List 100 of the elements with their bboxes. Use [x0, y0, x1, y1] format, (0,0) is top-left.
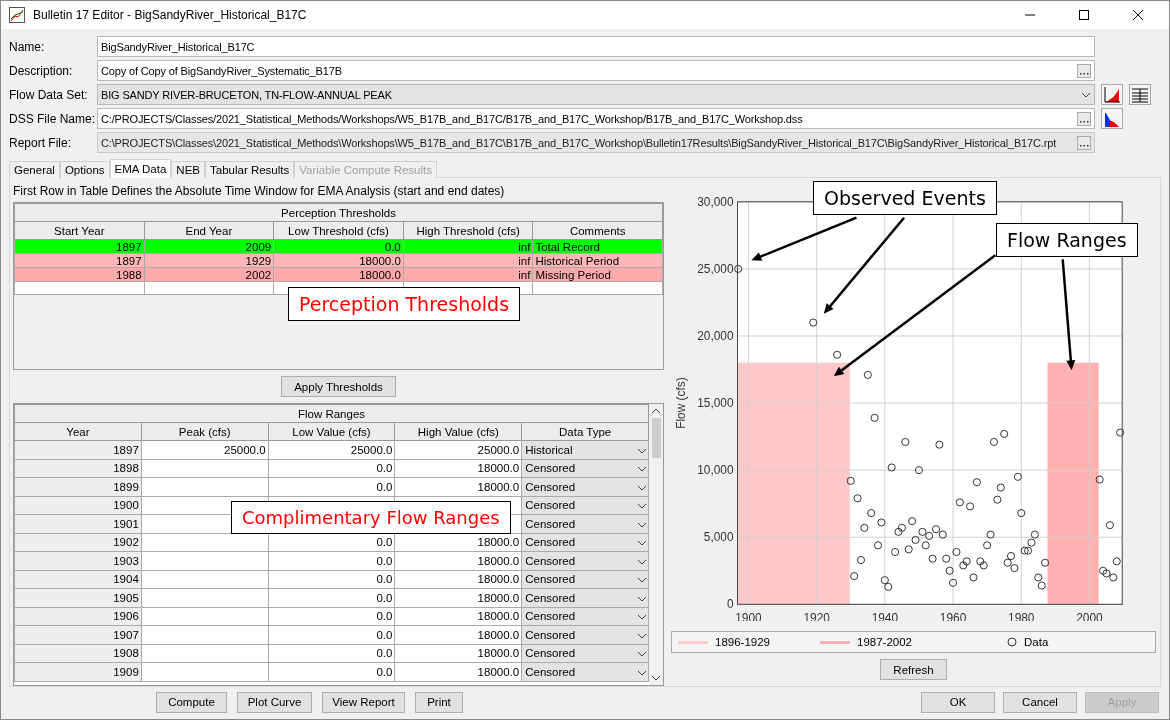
y-tick-label: 15,000 [697, 396, 734, 411]
y-tick-label: 0 [726, 597, 734, 612]
callout-box: Complimentary Flow Ranges [231, 501, 511, 534]
tab[interactable]: General [9, 161, 60, 178]
action-button[interactable]: Plot Curve [237, 691, 312, 713]
table-cell: 2009 [144, 239, 274, 254]
data-point [1037, 581, 1046, 590]
data-point [850, 572, 859, 581]
data-point [993, 495, 1002, 504]
text-field[interactable]: BigSandyRiver_Historical_B17C [97, 36, 1095, 57]
data-point [833, 350, 842, 359]
data-point [1034, 573, 1043, 582]
app-icon [9, 7, 25, 23]
browse-button[interactable] [1077, 63, 1091, 78]
data-point [894, 527, 903, 536]
data-point [931, 525, 941, 534]
y-tick-label: 30,000 [697, 194, 734, 209]
data-point [887, 463, 896, 472]
data-point [1000, 429, 1009, 438]
table-title: Flow Ranges [14, 404, 649, 423]
table-cell: 1929 [144, 253, 274, 268]
data-point [979, 561, 988, 570]
chevron-icon [637, 651, 648, 658]
data-point [955, 498, 964, 507]
data-point [962, 557, 971, 566]
data-point [908, 517, 917, 526]
field-label: Report File: [9, 135, 73, 150]
data-point [1010, 564, 1019, 573]
table-cell: 18000.0 [273, 267, 404, 282]
data-point [983, 541, 992, 550]
callout-box: Perception Thresholds [288, 287, 521, 321]
chevron-icon [1081, 91, 1091, 98]
data-point [986, 530, 995, 539]
tab[interactable]: NEB [171, 161, 205, 178]
table-cell: 1988 [14, 267, 145, 282]
action-button[interactable]: View Report [322, 691, 405, 713]
data-point [1095, 475, 1104, 484]
chevron-icon [637, 595, 648, 602]
data-point [1105, 521, 1114, 530]
data-point [880, 576, 889, 585]
chevron-icon [637, 540, 648, 547]
data-point [914, 466, 923, 475]
legend-label: Data [1024, 636, 1049, 649]
legend-swatch [820, 640, 850, 644]
data-point [949, 578, 958, 587]
data-point [877, 518, 886, 527]
refresh-button[interactable]: Refresh [880, 659, 947, 680]
data-point [870, 413, 879, 422]
curve-plot-icon [1103, 85, 1121, 104]
apply-thresholds-button[interactable]: Apply Thresholds [281, 376, 396, 397]
scrollbar-thumb[interactable] [651, 418, 661, 458]
data-point [1102, 569, 1111, 578]
text-field[interactable]: C:/PROJECTS/Classes/2021_Statistical_Methods/Workshops/W5_B17B_and_B17C/B17B_and_B17C_Workshop/B17B_and_B17C_Workshop.dss [97, 108, 1095, 129]
browse-button[interactable] [1077, 135, 1091, 150]
action-button[interactable]: Print [415, 691, 463, 713]
data-point [921, 541, 930, 550]
legend-label: 1896-1929 [715, 636, 770, 649]
data-point [873, 541, 883, 550]
tab[interactable]: Options [59, 161, 110, 178]
data-point [809, 318, 818, 327]
dialog-button[interactable]: OK [921, 691, 995, 713]
tab[interactable]: EMA Data [109, 159, 172, 178]
table-cell: inf [403, 253, 533, 268]
data-point [952, 547, 961, 557]
table-cell: Missing Period [532, 267, 663, 282]
data-point [1024, 546, 1033, 555]
text-field[interactable]: C:\PROJECTS\Classes\2021_Statistical_Methods\Workshops\W5_B17B_and_B17C\B17B_and_B17C_Workshop\Bulletin17Results\BigSandyRiver_Historical_B17C\BigSandyRiver_Historical_B17C.rpt [97, 132, 1095, 153]
scroll-down-icon[interactable] [651, 675, 661, 681]
text-field[interactable]: Copy of Copy of BigSandyRiver_Systematic_B17B [97, 60, 1095, 81]
maximize-icon[interactable] [1079, 10, 1089, 20]
data-point [945, 566, 954, 575]
field-label: DSS File Name: [9, 111, 97, 126]
plot-button[interactable] [1101, 84, 1123, 105]
chevron-icon [637, 577, 648, 584]
data-point [1003, 558, 1012, 567]
chevron-icon [637, 614, 648, 621]
data-point [1112, 557, 1121, 566]
table-cell: inf [403, 267, 533, 282]
action-button[interactable]: Compute [156, 691, 227, 713]
dialog-button[interactable]: Cancel [1003, 691, 1077, 713]
data-point [996, 483, 1005, 492]
table-cell: 1897 [14, 239, 145, 254]
chevron-icon [637, 521, 648, 528]
data-point [853, 494, 862, 503]
chevron-icon [637, 484, 648, 491]
data-point [1030, 530, 1039, 539]
dropdown-field[interactable]: BIG SANDY RIVER-BRUCETON, TN-FLOW-ANNUAL PEAK [97, 84, 1095, 105]
scroll-up-icon[interactable] [651, 408, 661, 414]
ellipsis-icon [1079, 72, 1089, 75]
table-cell: 18000.0 [273, 253, 404, 268]
data-point [1027, 538, 1036, 547]
data-point [734, 264, 743, 273]
tab[interactable]: Tabular Results [205, 161, 295, 178]
table-cell: 2002 [144, 267, 274, 282]
distribution-button[interactable] [1101, 108, 1123, 129]
table-button[interactable] [1129, 84, 1151, 105]
ellipsis-icon [1079, 144, 1089, 147]
close-icon[interactable] [1133, 10, 1143, 20]
data-point [959, 561, 968, 570]
browse-button[interactable] [1077, 111, 1091, 126]
